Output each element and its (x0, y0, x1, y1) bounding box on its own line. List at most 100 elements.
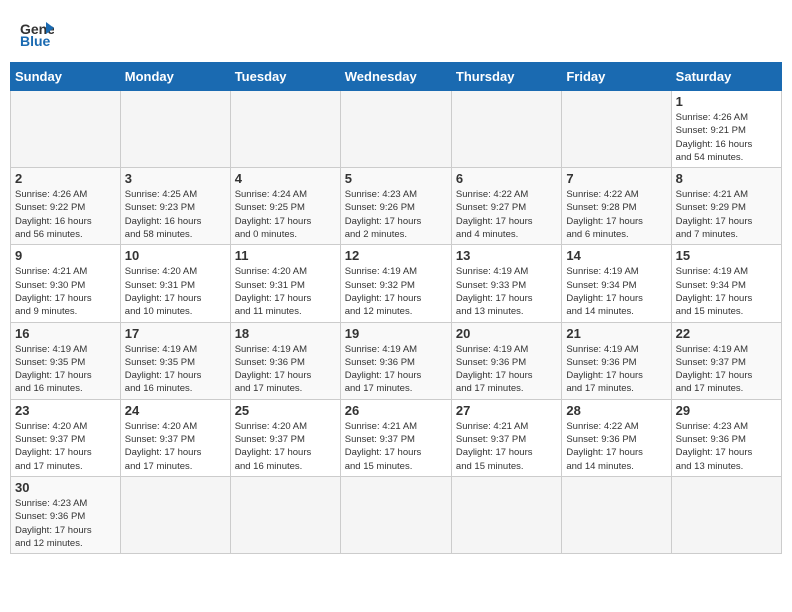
day-info: Sunrise: 4:19 AM Sunset: 9:35 PM Dayligh… (125, 343, 226, 396)
header: General Blue (10, 10, 782, 54)
day-info: Sunrise: 4:23 AM Sunset: 9:36 PM Dayligh… (15, 497, 116, 550)
day-info: Sunrise: 4:21 AM Sunset: 9:37 PM Dayligh… (345, 420, 447, 473)
calendar-cell (451, 476, 561, 553)
calendar-cell: 28Sunrise: 4:22 AM Sunset: 9:36 PM Dayli… (562, 399, 671, 476)
day-info: Sunrise: 4:19 AM Sunset: 9:36 PM Dayligh… (235, 343, 336, 396)
day-number: 30 (15, 480, 116, 495)
calendar-row-2: 2 Sunrise: 4:26 AM Sunset: 9:22 PM Daylig… (11, 168, 782, 245)
calendar-cell: 15 Sunrise: 4:19 AM Sunset: 9:34 PM Dayli… (671, 245, 781, 322)
day-number: 12 (345, 248, 447, 263)
calendar-cell: 18 Sunrise: 4:19 AM Sunset: 9:36 PM Dayli… (230, 322, 340, 399)
calendar-row-5: 23 Sunrise: 4:20 AM Sunset: 9:37 PM Dayli… (11, 399, 782, 476)
day-number: 27 (456, 403, 557, 418)
calendar-cell (11, 91, 121, 168)
day-info: Sunrise: 4:20 AM Sunset: 9:37 PM Dayligh… (15, 420, 116, 473)
calendar-cell: 24Sunrise: 4:20 AM Sunset: 9:37 PM Dayli… (120, 399, 230, 476)
day-info: Sunrise: 4:19 AM Sunset: 9:32 PM Dayligh… (345, 265, 447, 318)
calendar-row-4: 16 Sunrise: 4:19 AM Sunset: 9:35 PM Dayli… (11, 322, 782, 399)
calendar-cell (230, 476, 340, 553)
day-info: Sunrise: 4:22 AM Sunset: 9:27 PM Dayligh… (456, 188, 557, 241)
day-info: Sunrise: 4:19 AM Sunset: 9:33 PM Dayligh… (456, 265, 557, 318)
day-number: 18 (235, 326, 336, 341)
calendar-cell: 21 Sunrise: 4:19 AM Sunset: 9:36 PM Dayli… (562, 322, 671, 399)
calendar-cell: 27 Sunrise: 4:21 AM Sunset: 9:37 PM Dayli… (451, 399, 561, 476)
calendar-cell: 26 Sunrise: 4:21 AM Sunset: 9:37 PM Dayli… (340, 399, 451, 476)
calendar-cell: 16Sunrise: 4:19 AM Sunset: 9:35 PM Dayli… (11, 322, 121, 399)
weekday-header-row: SundayMondayTuesdayWednesdayThursdayFrid… (11, 63, 782, 91)
calendar-cell: 5Sunrise: 4:23 AM Sunset: 9:26 PM Daylig… (340, 168, 451, 245)
calendar-cell: 9 Sunrise: 4:21 AM Sunset: 9:30 PM Daylig… (11, 245, 121, 322)
day-number: 15 (676, 248, 777, 263)
weekday-header-monday: Monday (120, 63, 230, 91)
calendar-cell: 3 Sunrise: 4:25 AM Sunset: 9:23 PM Daylig… (120, 168, 230, 245)
day-info: Sunrise: 4:21 AM Sunset: 9:29 PM Dayligh… (676, 188, 777, 241)
day-number: 23 (15, 403, 116, 418)
day-info: Sunrise: 4:19 AM Sunset: 9:34 PM Dayligh… (566, 265, 666, 318)
day-info: Sunrise: 4:20 AM Sunset: 9:31 PM Dayligh… (125, 265, 226, 318)
day-info: Sunrise: 4:19 AM Sunset: 9:36 PM Dayligh… (345, 343, 447, 396)
day-number: 19 (345, 326, 447, 341)
day-number: 8 (676, 171, 777, 186)
svg-text:Blue: Blue (20, 33, 51, 49)
calendar-cell: 12 Sunrise: 4:19 AM Sunset: 9:32 PM Dayli… (340, 245, 451, 322)
calendar-row-3: 9 Sunrise: 4:21 AM Sunset: 9:30 PM Daylig… (11, 245, 782, 322)
calendar-cell (562, 476, 671, 553)
weekday-header-tuesday: Tuesday (230, 63, 340, 91)
day-number: 6 (456, 171, 557, 186)
calendar-cell: 30 Sunrise: 4:23 AM Sunset: 9:36 PM Dayli… (11, 476, 121, 553)
day-number: 2 (15, 171, 116, 186)
day-info: Sunrise: 4:25 AM Sunset: 9:23 PM Dayligh… (125, 188, 226, 241)
weekday-header-wednesday: Wednesday (340, 63, 451, 91)
calendar-cell: 10 Sunrise: 4:20 AM Sunset: 9:31 PM Dayli… (120, 245, 230, 322)
day-info: Sunrise: 4:20 AM Sunset: 9:37 PM Dayligh… (125, 420, 226, 473)
calendar-cell (120, 476, 230, 553)
day-info: Sunrise: 4:26 AM Sunset: 9:22 PM Dayligh… (15, 188, 116, 241)
weekday-header-sunday: Sunday (11, 63, 121, 91)
calendar-cell (120, 91, 230, 168)
calendar-row-1: 1Sunrise: 4:26 AM Sunset: 9:21 PM Daylig… (11, 91, 782, 168)
day-number: 3 (125, 171, 226, 186)
calendar-cell: 25Sunrise: 4:20 AM Sunset: 9:37 PM Dayli… (230, 399, 340, 476)
calendar-cell: 23 Sunrise: 4:20 AM Sunset: 9:37 PM Dayli… (11, 399, 121, 476)
weekday-header-thursday: Thursday (451, 63, 561, 91)
day-info: Sunrise: 4:21 AM Sunset: 9:30 PM Dayligh… (15, 265, 116, 318)
day-info: Sunrise: 4:19 AM Sunset: 9:36 PM Dayligh… (456, 343, 557, 396)
day-info: Sunrise: 4:21 AM Sunset: 9:37 PM Dayligh… (456, 420, 557, 473)
day-number: 26 (345, 403, 447, 418)
weekday-header-saturday: Saturday (671, 63, 781, 91)
day-info: Sunrise: 4:26 AM Sunset: 9:21 PM Dayligh… (676, 111, 777, 164)
day-number: 29 (676, 403, 777, 418)
calendar-cell: 8 Sunrise: 4:21 AM Sunset: 9:29 PM Daylig… (671, 168, 781, 245)
calendar-row-6: 30 Sunrise: 4:23 AM Sunset: 9:36 PM Dayli… (11, 476, 782, 553)
calendar-cell: 1Sunrise: 4:26 AM Sunset: 9:21 PM Daylig… (671, 91, 781, 168)
day-number: 21 (566, 326, 666, 341)
day-info: Sunrise: 4:19 AM Sunset: 9:34 PM Dayligh… (676, 265, 777, 318)
day-info: Sunrise: 4:23 AM Sunset: 9:36 PM Dayligh… (676, 420, 777, 473)
day-number: 10 (125, 248, 226, 263)
calendar-cell: 20 Sunrise: 4:19 AM Sunset: 9:36 PM Dayli… (451, 322, 561, 399)
day-info: Sunrise: 4:20 AM Sunset: 9:31 PM Dayligh… (235, 265, 336, 318)
calendar-cell: 11 Sunrise: 4:20 AM Sunset: 9:31 PM Dayli… (230, 245, 340, 322)
day-info: Sunrise: 4:19 AM Sunset: 9:37 PM Dayligh… (676, 343, 777, 396)
day-number: 16 (15, 326, 116, 341)
calendar-cell (671, 476, 781, 553)
calendar-cell: 14Sunrise: 4:19 AM Sunset: 9:34 PM Dayli… (562, 245, 671, 322)
day-number: 25 (235, 403, 336, 418)
day-number: 11 (235, 248, 336, 263)
logo-icon: General Blue (18, 14, 54, 50)
calendar-cell: 6 Sunrise: 4:22 AM Sunset: 9:27 PM Daylig… (451, 168, 561, 245)
day-info: Sunrise: 4:19 AM Sunset: 9:36 PM Dayligh… (566, 343, 666, 396)
calendar-cell: 19 Sunrise: 4:19 AM Sunset: 9:36 PM Dayli… (340, 322, 451, 399)
calendar-cell (230, 91, 340, 168)
day-number: 7 (566, 171, 666, 186)
day-number: 9 (15, 248, 116, 263)
calendar-cell: 29 Sunrise: 4:23 AM Sunset: 9:36 PM Dayli… (671, 399, 781, 476)
calendar-cell: 13Sunrise: 4:19 AM Sunset: 9:33 PM Dayli… (451, 245, 561, 322)
day-info: Sunrise: 4:23 AM Sunset: 9:26 PM Dayligh… (345, 188, 447, 241)
day-number: 17 (125, 326, 226, 341)
calendar-cell: 17 Sunrise: 4:19 AM Sunset: 9:35 PM Dayli… (120, 322, 230, 399)
day-number: 20 (456, 326, 557, 341)
calendar-cell (451, 91, 561, 168)
calendar-cell (562, 91, 671, 168)
calendar-cell: 22Sunrise: 4:19 AM Sunset: 9:37 PM Dayli… (671, 322, 781, 399)
